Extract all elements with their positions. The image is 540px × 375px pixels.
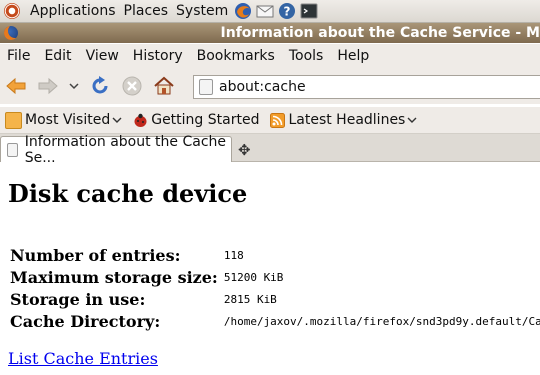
bookmark-latest-headlines-label: Latest Headlines [288, 112, 406, 128]
help-icon[interactable]: ? [278, 2, 296, 20]
table-row: Storage in use: 2815 KiB [8, 288, 540, 310]
tab-label: Information about the Cache Se... [24, 133, 227, 166]
menu-view[interactable]: View [79, 48, 126, 64]
page-heading: Disk cache device [8, 179, 248, 208]
chevron-down-icon [112, 112, 122, 128]
bookmark-latest-headlines[interactable]: Latest Headlines [270, 112, 417, 128]
tab-cache-info[interactable]: Information about the Cache Se... [0, 134, 232, 166]
row-key: Cache Directory: [10, 311, 161, 331]
url-input[interactable] [219, 79, 519, 95]
row-value: 118 [223, 248, 244, 262]
chevron-down-icon [407, 112, 417, 128]
bookmark-getting-started-label: Getting Started [151, 112, 260, 128]
bookmark-most-visited[interactable]: Most Visited [5, 111, 122, 129]
menu-help[interactable]: Help [330, 48, 376, 64]
forward-icon[interactable] [35, 73, 61, 99]
window-title: Information about the Cache Service - M [220, 25, 540, 41]
svg-text:?: ? [284, 5, 291, 19]
stop-icon[interactable] [119, 73, 145, 99]
rss-icon [270, 112, 286, 128]
menu-tools[interactable]: Tools [282, 48, 331, 64]
reload-icon[interactable] [87, 73, 113, 99]
page-icon [199, 79, 213, 95]
tab-strip: Information about the Cache Se... ✥ [0, 134, 540, 166]
cache-info-table: Number of entries: 118 Maximum storage s… [8, 244, 540, 332]
page-icon [7, 142, 18, 157]
row-key: Number of entries: [10, 245, 181, 265]
places-menu[interactable]: Places [120, 0, 173, 22]
gnome-top-panel: Applications Places System ? [0, 0, 540, 23]
row-value: /home/jaxov/.mozilla/firefox/snd3pd9y.de… [223, 314, 540, 328]
mail-icon[interactable] [256, 2, 274, 20]
row-key: Storage in use: [10, 289, 146, 309]
rss-folder-icon [5, 111, 22, 129]
home-icon[interactable] [151, 73, 177, 99]
firefox-window-icon [4, 26, 18, 40]
bookmark-most-visited-label: Most Visited [25, 112, 111, 128]
row-value: 51200 KiB [223, 270, 284, 284]
menu-edit[interactable]: Edit [37, 48, 78, 64]
page-content: Disk cache device Number of entries: 118… [0, 162, 540, 375]
firefox-launcher-icon[interactable] [234, 2, 252, 20]
new-tab-icon[interactable]: ✥ [238, 141, 251, 159]
applications-menu[interactable]: Applications [26, 0, 120, 22]
menu-file[interactable]: File [0, 48, 37, 64]
bookmark-getting-started[interactable]: Getting Started [133, 112, 259, 128]
row-value: 2815 KiB [223, 292, 277, 306]
table-row: Number of entries: 118 [8, 244, 540, 266]
url-bar[interactable] [193, 75, 540, 99]
menu-bookmarks[interactable]: Bookmarks [190, 48, 282, 64]
ubuntu-logo-icon[interactable] [4, 3, 20, 19]
window-titlebar[interactable]: Information about the Cache Service - M [0, 23, 540, 43]
system-menu[interactable]: System [172, 0, 232, 22]
ladybug-icon [133, 113, 148, 128]
menu-bar: File Edit View History Bookmarks Tools H… [0, 44, 540, 68]
table-row: Maximum storage size: 51200 KiB [8, 266, 540, 288]
row-key: Maximum storage size: [10, 267, 218, 287]
history-dropdown-icon[interactable] [67, 73, 81, 99]
table-row: Cache Directory: /home/jaxov/.mozilla/fi… [8, 310, 540, 332]
list-cache-entries-link[interactable]: List Cache Entries [8, 349, 158, 368]
back-icon[interactable] [3, 73, 29, 99]
bookmarks-toolbar: Most Visited Getting Started Latest Head… [0, 107, 540, 134]
terminal-icon[interactable] [300, 2, 318, 20]
menu-history[interactable]: History [126, 48, 190, 64]
